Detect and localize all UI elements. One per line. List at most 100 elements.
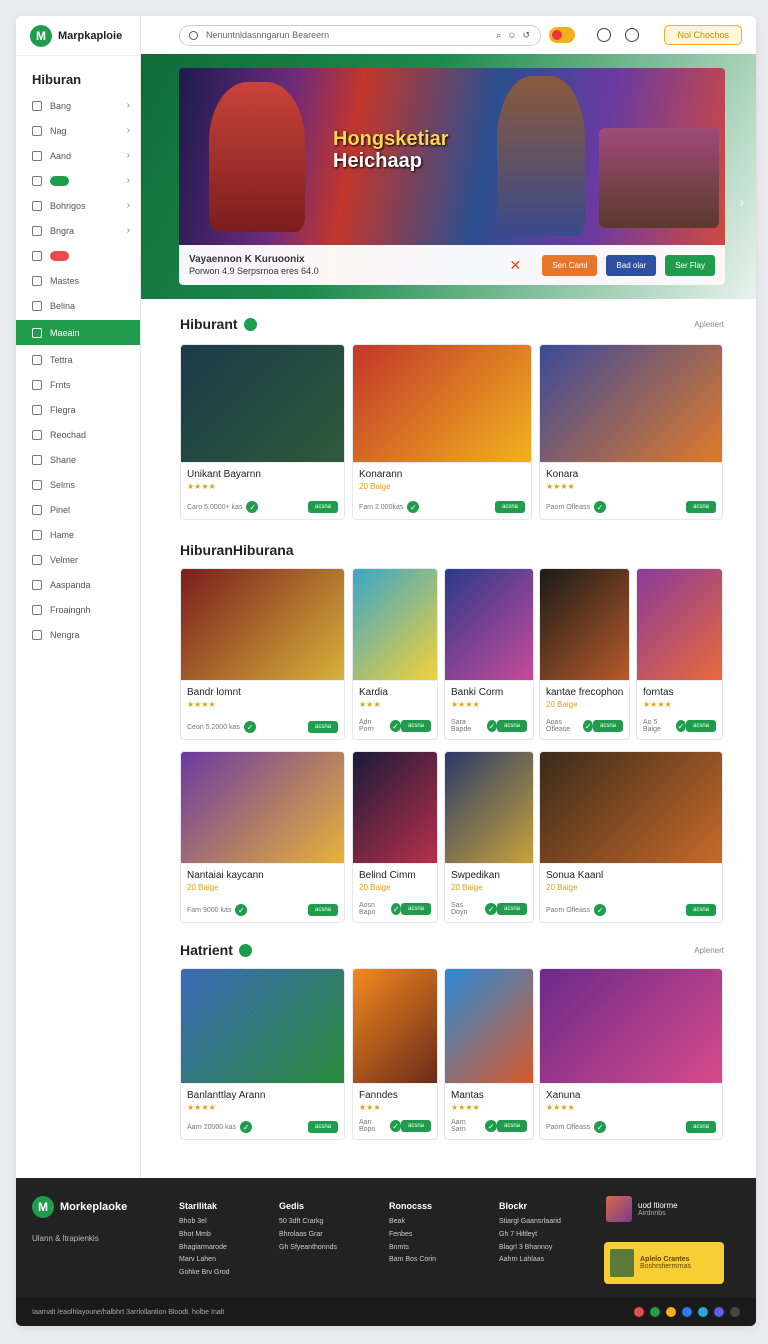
play-button[interactable]: acsna	[307, 721, 338, 733]
sidebar-item[interactable]: Mastes	[16, 268, 140, 293]
game-thumbnail[interactable]	[540, 569, 629, 681]
sidebar-item[interactable]: Shane	[16, 447, 140, 472]
game-card[interactable]: kantae frecophon 20 Baige Aoas Oflease ✓ acs…	[539, 568, 630, 740]
game-thumbnail[interactable]	[353, 752, 437, 864]
social-icon[interactable]	[634, 1307, 644, 1317]
sidebar-item[interactable]: Frnts	[16, 372, 140, 397]
hero-button-1[interactable]: Sen Caml	[542, 254, 598, 276]
sidebar-item[interactable]: Nag ›	[16, 118, 140, 143]
social-icon[interactable]	[730, 1307, 740, 1317]
play-button[interactable]: acsna	[496, 720, 527, 732]
avatar-icon[interactable]: ☺	[507, 30, 516, 40]
sidebar-item[interactable]: Hame	[16, 522, 140, 547]
hero-button-3[interactable]: Ser Flay	[665, 254, 715, 276]
sidebar-item[interactable]: Belina	[16, 293, 140, 318]
game-card[interactable]: Sonua Kaanl 20 Baige Paom Ofleass ✓ acsna	[539, 751, 723, 923]
footer-logo[interactable]: M Morkeplaoke	[32, 1196, 127, 1218]
footer-link[interactable]: Gohke Brv Grod	[179, 1267, 230, 1280]
game-card[interactable]: Swpedikan 20 Baige Sas Doyn ✓ acsna	[444, 751, 534, 923]
play-button[interactable]: acsna	[400, 1120, 431, 1132]
game-card[interactable]: forntas ★★★★ Ao 5 Baige ✓ acsna	[636, 568, 723, 740]
footer-link[interactable]: Bhot Mmb	[179, 1229, 230, 1242]
footer-link[interactable]: Fenbes	[389, 1229, 436, 1242]
hero-image[interactable]: Hongsketiar Heichaap Vayaennon K Kuruoon…	[179, 68, 725, 285]
footer-profile[interactable]: uod ltiorme Airdnnbs	[606, 1196, 678, 1222]
game-card[interactable]: Fanndes ★★★ Aan Bopo ✓ acsna	[352, 968, 438, 1140]
footer-link[interactable]: Gh 7 Hiltleyt	[499, 1229, 561, 1242]
footer-link[interactable]: Beak	[389, 1216, 436, 1229]
footer-link[interactable]: Bhaglarmarode	[179, 1242, 230, 1255]
social-icon[interactable]	[666, 1307, 676, 1317]
sidebar-item[interactable]: Maeain	[16, 320, 140, 345]
hero-button-2[interactable]: Bad olar	[606, 254, 657, 276]
social-icon[interactable]	[650, 1307, 660, 1317]
sidebar-item[interactable]: Aaspanda	[16, 572, 140, 597]
game-card[interactable]: Unikant Bayarnn ★★★★ Caro 5.0000+ kas ✓ acsn…	[180, 344, 345, 520]
footer-link[interactable]: Aahrn Lahlaas	[499, 1254, 561, 1267]
voice-icon[interactable]: ↺	[522, 30, 530, 41]
game-thumbnail[interactable]	[445, 969, 533, 1084]
play-button[interactable]: acsna	[307, 904, 338, 916]
game-card[interactable]: Xanuna ★★★★ Paom Ofleass ✓ acsna	[539, 968, 723, 1140]
footer-promo[interactable]: Aplelo Crantes Boshrsfiermrnas	[604, 1242, 724, 1284]
game-card[interactable]: Mantas ★★★★ Aarn Sarn ✓ acsna	[444, 968, 534, 1140]
play-button[interactable]: acsna	[685, 904, 716, 916]
game-thumbnail[interactable]	[540, 345, 722, 463]
game-thumbnail[interactable]	[181, 969, 344, 1084]
social-icon[interactable]	[682, 1307, 692, 1317]
game-card[interactable]: Kardia ★★★ Adn Porn ✓ acsna	[352, 568, 438, 740]
game-card[interactable]: Belind Cimm 20 Baige Aosn Bapo ✓ acsna	[352, 751, 438, 923]
footer-link[interactable]: 50 3dft Crarkg	[279, 1216, 337, 1229]
search-input[interactable]: Nenuntnldasnngarun Beareern ⌕ ☺ ↺	[179, 24, 541, 46]
sidebar-item[interactable]: ›	[16, 168, 140, 193]
close-icon[interactable]: ✕	[510, 257, 522, 274]
history-icon[interactable]	[625, 28, 639, 42]
footer-link[interactable]: Bhob 3el	[179, 1216, 230, 1229]
game-thumbnail[interactable]	[540, 969, 722, 1084]
sidebar-item[interactable]: Bang ›	[16, 93, 140, 118]
game-card[interactable]: Banki Corm ★★★★ Sara Bapde ✓ acsna	[444, 568, 534, 740]
sidebar-item[interactable]: Velmer	[16, 547, 140, 572]
game-card[interactable]: Konarann 20 Baige Fam 2.000kas ✓ acsna	[352, 344, 532, 520]
footer-link[interactable]: Blagrl 3 Bhannoy	[499, 1242, 561, 1255]
game-card[interactable]: Bandr lomnt ★★★★ Ceon 5.2000 kas ✓ acsna	[180, 568, 345, 740]
game-thumbnail[interactable]	[353, 569, 437, 681]
game-thumbnail[interactable]	[540, 752, 722, 864]
theme-toggle[interactable]	[549, 27, 575, 43]
social-icon[interactable]	[698, 1307, 708, 1317]
settings-icon[interactable]	[597, 28, 611, 42]
footer-link[interactable]: Bnmts	[389, 1242, 436, 1255]
game-card[interactable]: Nantaiai kaycann 20 Baige Fam 9000 kas ✓ acs…	[180, 751, 345, 923]
see-all-link-3[interactable]: Aplenert	[694, 946, 724, 955]
game-thumbnail[interactable]	[353, 969, 437, 1084]
game-thumbnail[interactable]	[181, 345, 344, 463]
play-button[interactable]: acsna	[685, 720, 716, 732]
play-button[interactable]: acsna	[496, 1120, 527, 1132]
game-card[interactable]: Banlanttlay Arann ★★★★ Aarn 20000 kas ✓ acsn…	[180, 968, 345, 1140]
see-all-link-1[interactable]: Aplenert	[694, 320, 724, 329]
sidebar-item[interactable]	[16, 243, 140, 268]
play-button[interactable]: acsna	[592, 720, 623, 732]
sidebar-item[interactable]: Flegra	[16, 397, 140, 422]
game-thumbnail[interactable]	[637, 569, 722, 681]
play-button[interactable]: acsna	[307, 501, 338, 513]
play-button[interactable]: acsna	[496, 903, 527, 915]
game-card[interactable]: Konara ★★★★ Paom Ofleass ✓ acsna	[539, 344, 723, 520]
play-button[interactable]: acsna	[400, 903, 431, 915]
top-action-button[interactable]: Nol Chochos	[664, 25, 742, 45]
footer-link[interactable]: Bhrolaas Grar	[279, 1229, 337, 1242]
game-thumbnail[interactable]	[445, 752, 533, 864]
footer-link[interactable]: Marv Lahen	[179, 1254, 230, 1267]
game-thumbnail[interactable]	[353, 345, 531, 463]
play-button[interactable]: acsna	[685, 1121, 716, 1133]
social-icon[interactable]	[714, 1307, 724, 1317]
game-thumbnail[interactable]	[181, 752, 344, 864]
play-button[interactable]: acsna	[400, 720, 431, 732]
sidebar-item[interactable]: Nengra	[16, 622, 140, 647]
game-thumbnail[interactable]	[445, 569, 533, 681]
sidebar-item[interactable]: Selms	[16, 472, 140, 497]
play-button[interactable]: acsna	[494, 501, 525, 513]
play-button[interactable]: acsna	[685, 501, 716, 513]
brand-logo[interactable]: M Marpkaploie	[16, 16, 140, 56]
sidebar-item[interactable]: Froaingnh	[16, 597, 140, 622]
